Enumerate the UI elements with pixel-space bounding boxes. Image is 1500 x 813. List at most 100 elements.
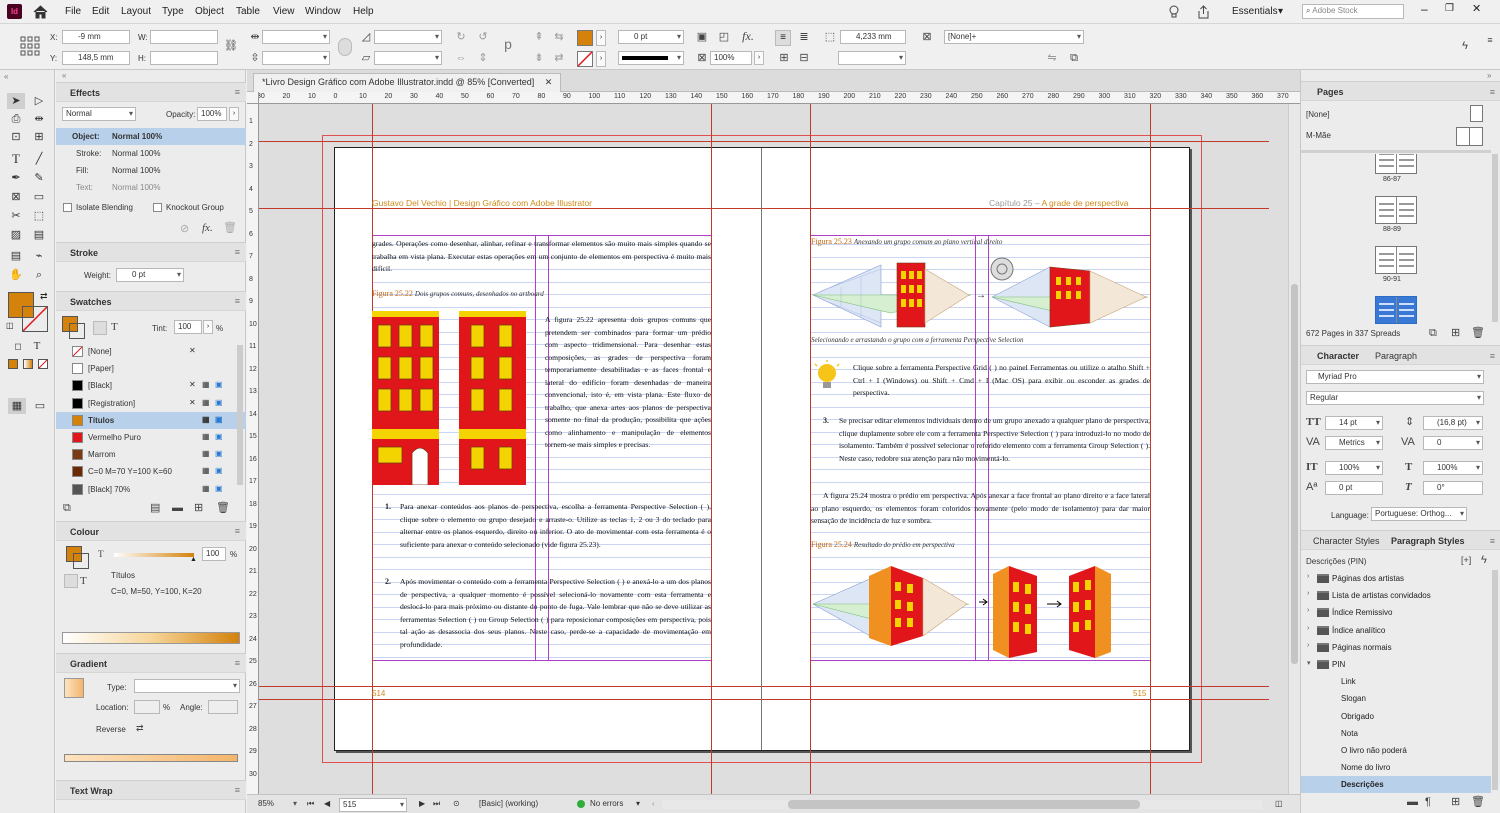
tint-field[interactable]: 100 [174, 320, 202, 334]
style-group-row[interactable]: › Páginas dos artistas [1301, 570, 1491, 587]
document-tab[interactable]: *Livro Design Gráfico com Adobe Illustra… [253, 73, 562, 92]
pages-scrollbar[interactable] [1492, 154, 1498, 322]
left-page-number[interactable]: 514 [372, 689, 385, 698]
gradient-type-select[interactable] [134, 679, 240, 693]
guide-vertical[interactable] [1150, 104, 1151, 794]
panel-menu-icon[interactable]: ≡ [235, 296, 240, 306]
font-size-field[interactable]: 14 pt [1325, 416, 1383, 430]
skew-field[interactable]: 0° [1423, 481, 1483, 495]
paragraph-style-row[interactable]: Nota [1301, 725, 1491, 742]
previous-page-icon[interactable]: ◀ [324, 799, 330, 808]
master-page[interactable]: M-Mãe [1306, 131, 1331, 140]
swatch-scrollbar[interactable] [237, 345, 243, 485]
normal-view-mode-icon[interactable]: ▦ [8, 398, 26, 414]
menu-layout[interactable]: Layout [121, 6, 151, 17]
new-style-icon[interactable]: ⊞ [1451, 796, 1460, 808]
colour-panel-header[interactable]: Colour ≡ [56, 521, 246, 541]
gap-tool[interactable]: ⇹ [30, 111, 48, 127]
spacing-field[interactable]: 4,233 mm [840, 30, 906, 44]
spread-label[interactable]: 90-91 [1383, 276, 1401, 283]
paragraph-style-row[interactable]: Obrigado [1301, 708, 1491, 725]
wrap-icon[interactable]: ⊞ [777, 52, 791, 64]
clear-overrides-icon[interactable]: ⊠ [920, 31, 934, 43]
align-left-button[interactable]: ≡ [775, 30, 791, 46]
opacity-arrow-button[interactable]: › [754, 51, 764, 65]
colour-text-button[interactable]: T [80, 575, 87, 587]
next-page-icon[interactable]: ▶ [419, 799, 425, 808]
ruler-origin[interactable] [247, 92, 259, 104]
first-page-icon[interactable]: ⏮ [307, 799, 314, 809]
panel-menu-icon[interactable]: ≡ [235, 87, 240, 97]
paragraph-tab[interactable]: Paragraph [1375, 351, 1417, 361]
content-collector-tool[interactable]: ⊡ [7, 129, 25, 145]
close-window-button[interactable]: ✕ [1472, 2, 1481, 15]
swatch-text-button[interactable]: T [111, 321, 118, 333]
character-tab[interactable]: Character [1317, 351, 1359, 361]
menu-window[interactable]: Window [305, 6, 341, 17]
horizontal-scrollbar[interactable] [662, 800, 1262, 809]
paragraph-styles-tab[interactable]: Paragraph Styles [1391, 536, 1465, 546]
preflight-menu-icon[interactable]: ▾ [636, 799, 640, 808]
stroke-type-field[interactable] [618, 51, 684, 65]
menu-edit[interactable]: Edit [92, 6, 109, 17]
open-page-icon[interactable]: ⊙ [453, 799, 460, 808]
guide-horizontal[interactable] [259, 141, 1269, 142]
guide-vertical[interactable] [711, 104, 712, 794]
step2-paragraph[interactable]: Após movimentar o conteúdo com a ferrame… [400, 576, 711, 666]
constrain-proportions-icon[interactable]: ⛓ [224, 40, 238, 52]
new-swatch-icon[interactable]: ⊞ [194, 502, 203, 514]
width-field[interactable] [150, 30, 218, 44]
select-previous-icon[interactable]: ⇆ [552, 31, 566, 43]
free-transform-tool[interactable]: ⬚ [30, 208, 48, 224]
clear-effects-icon[interactable]: ⊘ [180, 223, 189, 235]
stroke-weight-input[interactable]: 0 pt [116, 268, 184, 282]
stroke-weight-field[interactable]: 0 pt [618, 30, 684, 44]
horizontal-ruler[interactable]: 3020100102030405060708090100110120130140… [259, 92, 1300, 104]
note-tool[interactable]: ▤ [7, 248, 25, 264]
colour-stroke-proxy[interactable] [73, 553, 89, 569]
formatting-container-icon[interactable]: ◻ [9, 338, 27, 354]
figure-25-24-intro[interactable]: A figura 25.24 mostra o prédio em perspe… [811, 490, 1150, 530]
style-group-icon[interactable]: ▬ [1407, 796, 1418, 808]
spread-label[interactable]: 88-89 [1383, 226, 1401, 233]
stroke-swatch[interactable] [577, 51, 593, 67]
swatch-row[interactable]: [None] ✕ [56, 343, 246, 360]
style-group-row[interactable]: › Páginas normais [1301, 639, 1491, 656]
figure-25-23-subcaption[interactable]: Selecionando e arrastando o grupo com a … [811, 336, 1023, 344]
stroke-color-field[interactable] [838, 51, 906, 65]
zoom-level-field[interactable]: 85% [255, 798, 299, 812]
right-page-number[interactable]: 515 [1133, 689, 1146, 698]
zoom-tool[interactable]: ⌕ [30, 267, 48, 283]
chevron-right-icon[interactable]: › [1307, 573, 1309, 580]
share-icon[interactable] [1196, 5, 1210, 22]
flip-horizontal-icon[interactable]: ⇔ [454, 52, 468, 64]
swap-fill-stroke-icon[interactable]: ⇄ [40, 291, 48, 302]
swatch-row[interactable]: Títulos ▦ ▣ [56, 411, 246, 429]
workspace-switcher[interactable]: Essentials [1232, 6, 1278, 17]
effects-row-object[interactable]: Object: Normal 100% [56, 128, 246, 145]
chevron-right-icon[interactable]: › [1307, 590, 1309, 597]
scale-y-field[interactable] [262, 51, 330, 65]
spread-thumbnail[interactable] [1375, 246, 1417, 274]
rectangle-frame-tool[interactable]: ⊠ [7, 189, 25, 205]
effects-panel-header[interactable]: Effects ≡ [56, 82, 246, 102]
text-wrap-panel-header[interactable]: Text Wrap ≡ [56, 780, 246, 800]
select-container-icon[interactable]: ⇞ [532, 31, 546, 43]
opacity-field[interactable]: 100% [710, 51, 752, 65]
style-group-row[interactable]: › Índice analítico [1301, 622, 1491, 639]
eyedropper-tool[interactable]: ⌁ [30, 248, 48, 264]
stroke-color-box[interactable] [22, 306, 48, 332]
guide-horizontal[interactable] [259, 686, 1269, 687]
formatting-text-icon[interactable]: T [28, 338, 46, 354]
panel-collapse-icon[interactable]: « [62, 71, 66, 80]
spread-thumbnail[interactable] [1375, 296, 1417, 324]
apply-gradient-button[interactable] [23, 359, 33, 369]
colour-container-button[interactable] [64, 574, 78, 588]
tip-paragraph[interactable]: Clique sobre a ferramenta Perspective Gr… [853, 362, 1150, 402]
menu-table[interactable]: Table [236, 6, 260, 17]
style-group-row[interactable]: ▾ PIN [1301, 656, 1491, 673]
tint-slider-handle[interactable]: ▲ [190, 556, 197, 563]
menu-type[interactable]: Type [162, 6, 184, 17]
panel-menu-icon[interactable]: ≡ [1490, 536, 1495, 546]
maximize-button[interactable]: ❐ [1445, 3, 1454, 14]
